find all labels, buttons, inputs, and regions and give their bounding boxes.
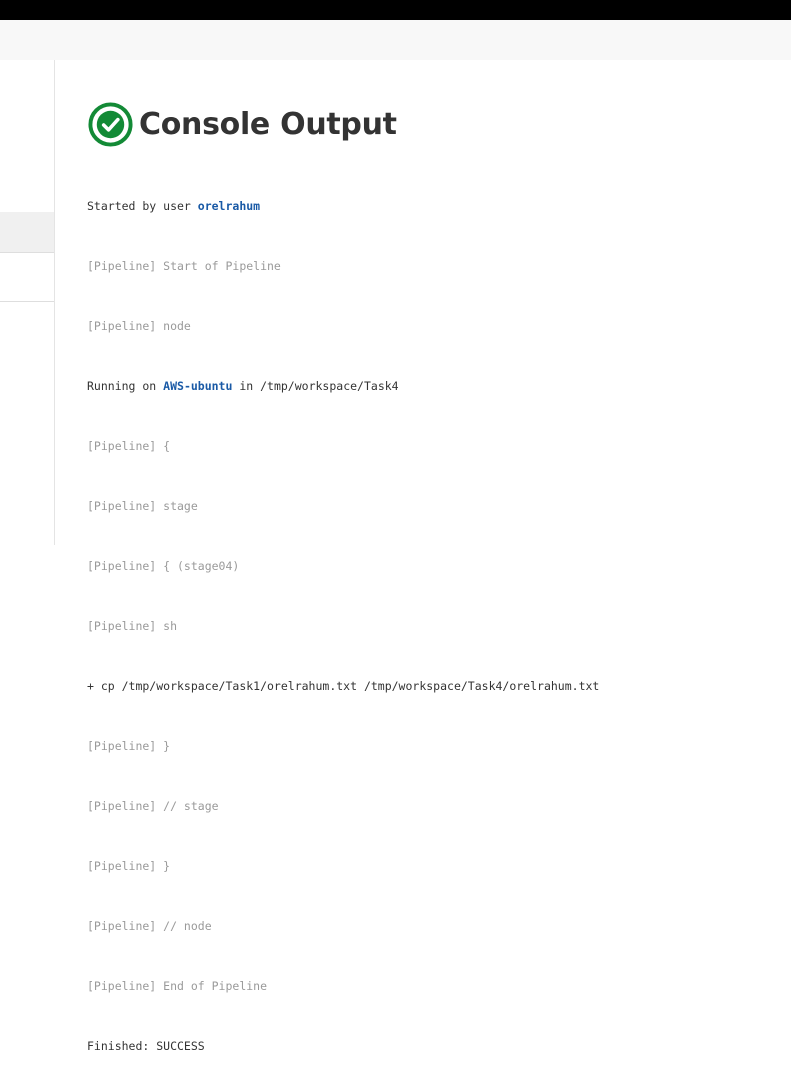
console-line: [Pipeline] Start of Pipeline [87,259,281,273]
sidebar-item[interactable] [0,255,54,302]
node-link[interactable]: AWS-ubuntu [163,379,232,393]
console-line: [Pipeline] sh [87,619,178,633]
running-on-text: Running on [87,379,164,393]
console-line-running: Running on AWS-ubuntu in /tmp/workspace/… [87,376,599,396]
page-heading: Console Output [87,100,397,148]
console-line-started: Started by user orelrahum [87,196,599,216]
console-line: [Pipeline] } [87,739,171,753]
sidebar-item-console-output[interactable] [0,212,54,253]
console-line: [Pipeline] } [87,859,171,873]
page-title: Console Output [139,106,397,142]
console-line: [Pipeline] stage [87,499,198,513]
breadcrumb-bar [0,20,791,60]
console-output: Started by user orelrahum [Pipeline] Sta… [87,156,599,1090]
console-line: [Pipeline] End of Pipeline [87,979,268,993]
console-line: [Pipeline] node [87,319,191,333]
main-panel: Console Output Started by user orelrahum… [55,60,791,1053]
success-check-icon [88,101,133,147]
top-header-bar [0,0,791,20]
console-line: [Pipeline] { [87,439,171,453]
workspace-path-text: in /tmp/workspace/Task4 [232,379,399,393]
sidebar [0,60,55,545]
console-line-finished: Finished: SUCCESS [87,1039,205,1053]
console-line: [Pipeline] // stage [87,799,219,813]
console-line-command: + cp /tmp/workspace/Task1/orelrahum.txt … [87,679,600,693]
user-link[interactable]: orelrahum [198,199,260,213]
started-by-text: Started by user [87,199,198,213]
console-line: [Pipeline] { (stage04) [87,559,240,573]
console-line: [Pipeline] // node [87,919,212,933]
